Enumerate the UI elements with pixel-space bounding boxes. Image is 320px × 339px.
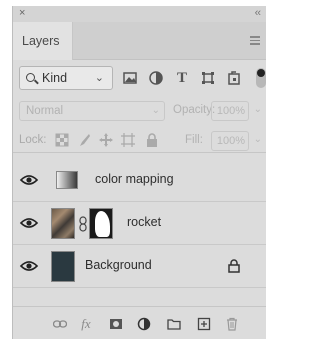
add-mask-icon[interactable]	[109, 317, 123, 331]
filter-kind-select[interactable]: Kind ⌄	[19, 66, 113, 90]
layers-list: color mapping rocket Background	[13, 159, 266, 288]
lock-all-icon[interactable]	[145, 133, 159, 147]
fill-label: Fill:	[185, 134, 203, 146]
lock-image-pixels-icon[interactable]	[77, 133, 91, 147]
lock-position-icon[interactable]	[99, 133, 113, 147]
lock-label: Lock:	[19, 134, 47, 146]
layer-mask-thumbnail[interactable]	[89, 208, 113, 239]
adjustment-layer-icon[interactable]	[137, 317, 151, 331]
group-folder-icon[interactable]	[167, 317, 181, 331]
fx-icon[interactable]: fx	[79, 317, 93, 331]
layer-row-background[interactable]: Background	[13, 245, 266, 288]
shape-filter-icon[interactable]	[199, 69, 217, 87]
layer-name: rocket	[127, 215, 162, 229]
fill-chevron-icon[interactable]: ⌄	[254, 134, 262, 145]
lock-icon[interactable]	[228, 259, 240, 273]
opacity-chevron-icon[interactable]: ⌄	[254, 104, 262, 115]
mask-link-icon[interactable]	[79, 216, 87, 232]
tab-layers[interactable]: Layers	[13, 22, 73, 60]
visibility-eye-icon[interactable]	[19, 259, 39, 273]
fill-field[interactable]: 100%	[211, 131, 249, 151]
layer-row-rocket[interactable]: rocket	[13, 202, 266, 245]
chevron-down-icon: ⌄	[94, 72, 104, 84]
layer-row-color-mapping[interactable]: color mapping	[13, 159, 266, 202]
opacity-field[interactable]: 100%	[211, 101, 249, 121]
gradient-map-thumbnail	[56, 171, 78, 189]
chevron-down-icon: ⌄	[151, 105, 160, 116]
blend-row: Normal ⌄ Opacity: 100% ⌄	[13, 101, 266, 125]
new-layer-icon[interactable]	[197, 317, 211, 331]
visibility-eye-icon[interactable]	[19, 173, 39, 187]
panel-bottom-bar: fx	[13, 306, 266, 339]
layer-name: color mapping	[95, 172, 174, 186]
link-layers-icon[interactable]	[52, 317, 68, 331]
layers-panel: × ‹‹ Layers Kind ⌄ T Normal ⌄ Opacity: 1…	[12, 6, 266, 339]
smart-object-filter-icon[interactable]	[225, 69, 243, 87]
visibility-eye-icon[interactable]	[19, 216, 39, 230]
opacity-label: Opacity:	[173, 104, 216, 116]
panel-tab-row: Layers	[13, 22, 266, 60]
type-filter-icon[interactable]: T	[173, 69, 191, 87]
image-filter-icon[interactable]	[121, 69, 139, 87]
layer-photo-thumbnail	[51, 208, 75, 239]
lock-artboard-icon[interactable]	[121, 133, 135, 147]
hamburger-menu-icon[interactable]	[250, 36, 260, 47]
collapse-panel-button[interactable]: ‹‹	[255, 7, 261, 19]
lock-row: Lock: Fill: 100% ⌄	[13, 129, 266, 153]
close-panel-button[interactable]: ×	[19, 7, 25, 19]
background-thumbnail	[51, 251, 75, 282]
filter-kind-label: Kind	[42, 71, 68, 85]
layer-name: Background	[85, 258, 152, 272]
blend-mode-select[interactable]: Normal ⌄	[19, 101, 165, 121]
blend-mode-value: Normal	[26, 105, 64, 117]
search-icon	[26, 73, 35, 82]
filter-row: Kind ⌄ T	[13, 66, 266, 94]
filter-toggle-switch[interactable]	[256, 68, 266, 88]
panel-title-strip: × ‹‹	[13, 6, 266, 22]
lock-transparent-pixels-icon[interactable]	[55, 133, 69, 147]
trash-icon[interactable]	[225, 317, 239, 331]
adjustment-filter-icon[interactable]	[147, 69, 165, 87]
